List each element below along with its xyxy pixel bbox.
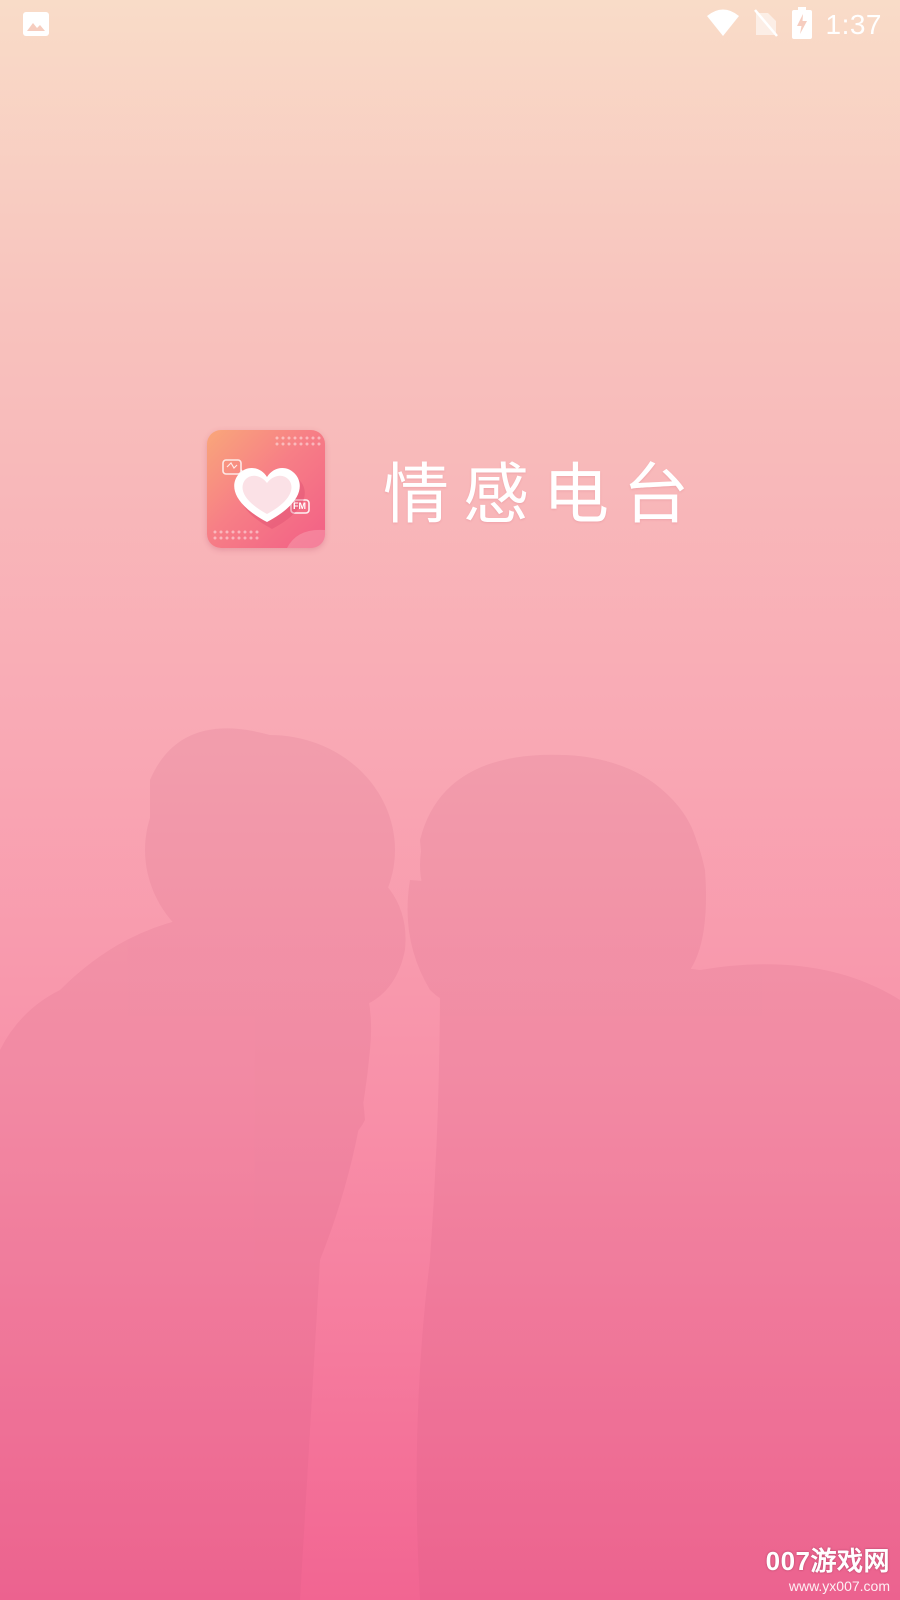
- wifi-icon: [706, 9, 740, 41]
- watermark-main: 007游戏网: [765, 1546, 890, 1576]
- watermark-sub: www.yx007.com: [788, 1578, 890, 1594]
- watermark: 007游戏网 www.yx007.com: [766, 1541, 890, 1594]
- status-bar: 1:37: [0, 0, 900, 50]
- fm-badge: FM: [293, 501, 306, 511]
- app-logo: FM 情感电台: [207, 430, 703, 548]
- couple-silhouette-background: [0, 728, 900, 1600]
- status-icons: 1:37: [706, 6, 883, 44]
- splash-screen: 1:37 FM 情感电台 007游戏网 www.yx007.com: [0, 0, 900, 1600]
- app-title: 情感电台: [383, 456, 703, 533]
- status-time: 1:37: [825, 9, 882, 40]
- battery-charging-icon: [791, 7, 812, 43]
- no-sim-icon: [753, 9, 778, 41]
- image-icon: [22, 11, 50, 41]
- heart-fm-icon: FM: [207, 430, 325, 548]
